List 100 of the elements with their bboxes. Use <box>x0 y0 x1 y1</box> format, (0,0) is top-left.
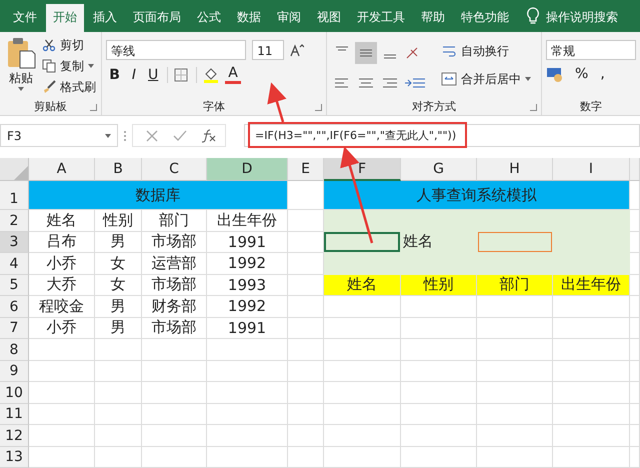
empty-cell[interactable] <box>288 404 324 425</box>
empty-cell[interactable] <box>630 446 640 468</box>
wrap-text-button[interactable]: 自动换行 <box>440 42 531 60</box>
align-middle-icon[interactable] <box>354 42 377 64</box>
row-header[interactable]: 2 <box>0 210 29 232</box>
empty-cell[interactable] <box>324 360 401 382</box>
ribbon-tab[interactable]: 公式 <box>190 4 228 32</box>
row-header[interactable]: 7 <box>0 318 29 339</box>
empty-cell[interactable] <box>288 446 324 468</box>
empty-cell[interactable] <box>477 446 553 468</box>
row-header[interactable]: 13 <box>0 446 29 468</box>
ribbon-tab[interactable]: 开始 <box>46 4 84 32</box>
empty-cell[interactable] <box>630 296 640 318</box>
empty-cell[interactable] <box>401 360 477 382</box>
empty-cell[interactable] <box>630 382 640 404</box>
empty-cell[interactable] <box>207 404 288 425</box>
empty-cell[interactable] <box>142 360 207 382</box>
column-header[interactable]: C <box>142 158 207 181</box>
empty-cell[interactable] <box>553 360 630 382</box>
empty-cell[interactable] <box>95 404 142 425</box>
empty-cell[interactable] <box>288 296 324 318</box>
tell-me-search[interactable]: 操作说明搜索 <box>542 4 618 32</box>
empty-cell[interactable] <box>477 318 553 339</box>
empty-cell[interactable] <box>477 360 553 382</box>
empty-cell[interactable] <box>95 382 142 404</box>
column-header[interactable]: E <box>288 158 324 181</box>
empty-cell[interactable] <box>477 425 553 446</box>
empty-cell[interactable] <box>477 339 553 360</box>
empty-cell[interactable] <box>553 425 630 446</box>
empty-cell[interactable] <box>324 404 401 425</box>
cut-button[interactable]: 剪切 <box>42 36 96 54</box>
empty-cell[interactable] <box>477 296 553 318</box>
name-input-field[interactable] <box>478 232 552 252</box>
ribbon-tab[interactable]: 开发工具 <box>350 4 412 32</box>
dialog-launcher-icon[interactable] <box>530 104 537 111</box>
empty-cell[interactable] <box>553 446 630 468</box>
row-header[interactable]: 6 <box>0 296 29 318</box>
row-header[interactable]: 12 <box>0 425 29 446</box>
selected-cell[interactable] <box>324 232 400 252</box>
empty-cell[interactable] <box>630 210 640 232</box>
row-header[interactable]: 8 <box>0 339 29 360</box>
comma-button[interactable]: , <box>597 66 608 82</box>
empty-cell[interactable] <box>553 296 630 318</box>
copy-button[interactable]: 复制 <box>42 57 96 75</box>
empty-cell[interactable] <box>553 318 630 339</box>
empty-cell[interactable] <box>288 425 324 446</box>
empty-cell[interactable] <box>288 360 324 382</box>
format-painter-button[interactable]: 格式刷 <box>42 78 96 96</box>
empty-cell[interactable] <box>630 232 640 253</box>
empty-cell[interactable] <box>142 404 207 425</box>
grow-font-icon[interactable] <box>290 43 304 57</box>
ribbon-tab[interactable]: 特色功能 <box>454 4 516 32</box>
empty-cell[interactable] <box>207 360 288 382</box>
merge-center-button[interactable]: 合并后居中 <box>440 70 531 88</box>
caret-icon[interactable] <box>524 77 531 81</box>
row-header[interactable]: 4 <box>0 253 29 274</box>
empty-cell[interactable] <box>630 404 640 425</box>
column-header[interactable]: I <box>553 158 630 181</box>
fill-color-icon[interactable] <box>203 67 220 83</box>
borders-icon[interactable] <box>174 68 190 82</box>
row-header[interactable]: 10 <box>0 382 29 404</box>
underline-button[interactable]: U <box>145 67 162 83</box>
empty-cell[interactable] <box>630 360 640 382</box>
formula-field[interactable]: =IF(H3="","",IF(F6="","查无此人","")) <box>244 124 640 147</box>
empty-cell[interactable] <box>553 339 630 360</box>
column-header[interactable]: F <box>324 158 401 181</box>
ribbon-tab[interactable]: 页面布局 <box>126 4 188 32</box>
check-icon[interactable] <box>173 128 187 142</box>
empty-cell[interactable] <box>142 425 207 446</box>
empty-cell[interactable] <box>324 318 401 339</box>
column-header[interactable]: H <box>477 158 553 181</box>
row-header[interactable]: 3 <box>0 232 29 253</box>
empty-cell[interactable] <box>401 404 477 425</box>
dialog-launcher-icon[interactable] <box>314 104 322 111</box>
percent-button[interactable]: % <box>572 66 592 82</box>
bold-button[interactable]: B <box>106 67 123 83</box>
empty-cell[interactable] <box>95 339 142 360</box>
ribbon-tab[interactable]: 帮助 <box>414 4 452 32</box>
empty-cell[interactable] <box>142 446 207 468</box>
empty-cell[interactable] <box>553 382 630 404</box>
caret-icon[interactable] <box>105 134 111 138</box>
empty-cell[interactable] <box>324 339 401 360</box>
empty-cell[interactable] <box>95 425 142 446</box>
empty-cell[interactable] <box>207 339 288 360</box>
cancel-icon[interactable] <box>145 128 159 142</box>
paste-button[interactable]: 粘贴 <box>4 36 38 97</box>
row-header[interactable]: 9 <box>0 360 29 382</box>
empty-cell[interactable] <box>401 296 477 318</box>
empty-cell[interactable] <box>324 382 401 404</box>
font-size-field[interactable]: 11 <box>252 40 284 60</box>
column-header[interactable]: A <box>29 158 95 181</box>
empty-cell[interactable] <box>288 382 324 404</box>
number-format-field[interactable]: 常规 <box>546 40 636 60</box>
empty-cell[interactable] <box>142 382 207 404</box>
column-header[interactable] <box>630 158 640 181</box>
empty-cell[interactable] <box>324 446 401 468</box>
row-header[interactable]: 11 <box>0 404 29 425</box>
empty-cell[interactable] <box>401 318 477 339</box>
empty-cell[interactable] <box>401 339 477 360</box>
empty-cell[interactable] <box>401 382 477 404</box>
